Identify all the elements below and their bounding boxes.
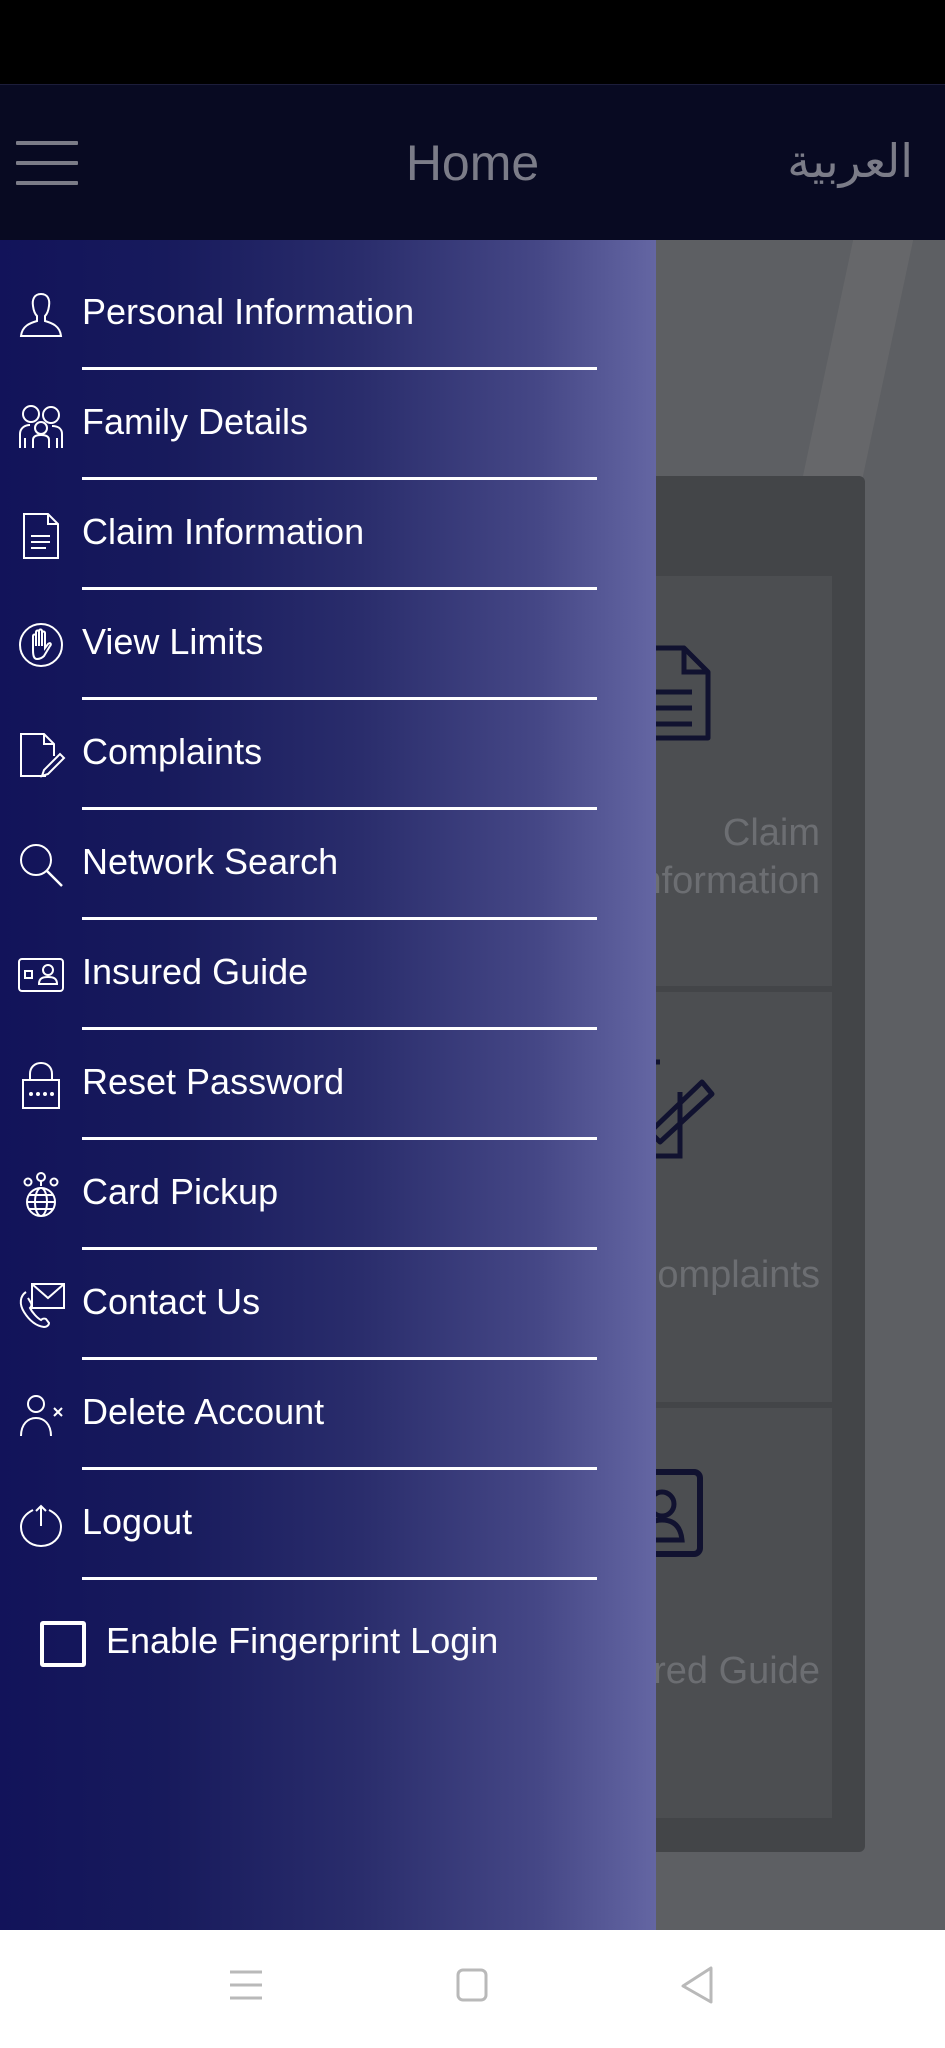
phone-mail-icon	[16, 1280, 66, 1330]
divider	[82, 1027, 597, 1030]
back-icon[interactable]	[667, 1956, 727, 2016]
divider	[82, 1137, 597, 1140]
app-header: Home العربية	[0, 84, 945, 240]
divider	[82, 1577, 597, 1580]
drawer-item-label: Complaints	[82, 731, 263, 772]
drawer-item-card-pickup[interactable]: Card Pickup	[0, 1142, 656, 1252]
status-bar	[0, 0, 945, 84]
power-icon	[16, 1500, 66, 1550]
navigation-drawer: Personal Information Family Details Claim …	[0, 240, 656, 1930]
drawer-item-family-details[interactable]: Family Details	[0, 372, 656, 482]
drawer-item-label: Network Search	[82, 841, 339, 882]
user-remove-icon	[16, 1390, 66, 1440]
drawer-item-contact-us[interactable]: Contact Us	[0, 1252, 656, 1362]
hand-stop-icon	[16, 620, 66, 670]
divider	[82, 917, 597, 920]
language-toggle[interactable]: العربية	[787, 129, 913, 193]
drawer-item-label: Personal Information	[82, 291, 415, 332]
fingerprint-login-checkbox[interactable]	[40, 1621, 86, 1667]
fingerprint-login-row[interactable]: Enable Fingerprint Login	[40, 1612, 600, 1672]
drawer-item-claim-information[interactable]: Claim Information	[0, 482, 656, 592]
recents-icon[interactable]	[216, 1956, 276, 2016]
document-icon	[16, 510, 66, 560]
drawer-item-label: Family Details	[82, 401, 309, 442]
document-edit-icon	[650, 1059, 715, 1159]
user-icon	[16, 290, 66, 340]
drawer-item-delete-account[interactable]: Delete Account	[0, 1362, 656, 1472]
globe-pin-icon	[16, 1170, 66, 1220]
drawer-item-label: View Limits	[82, 621, 264, 662]
search-icon	[16, 840, 66, 890]
divider	[82, 477, 597, 480]
divider	[82, 367, 597, 370]
system-navigation-bar	[0, 1930, 945, 2048]
drawer-item-label: Delete Account	[82, 1391, 325, 1432]
drawer-item-label: Logout	[82, 1501, 193, 1542]
drawer-item-insured-guide[interactable]: Insured Guide	[0, 922, 656, 1032]
drawer-item-reset-password[interactable]: Reset Password	[0, 1032, 656, 1142]
divider	[82, 697, 597, 700]
divider	[82, 1467, 597, 1470]
fingerprint-login-label: Enable Fingerprint Login	[106, 1620, 499, 1661]
lock-icon	[16, 1060, 66, 1110]
drawer-item-logout[interactable]: Logout	[0, 1472, 656, 1582]
drawer-item-label: Insured Guide	[82, 951, 309, 992]
divider	[82, 587, 597, 590]
divider	[82, 1357, 597, 1360]
drawer-item-label: Contact Us	[82, 1281, 261, 1322]
id-card-icon	[16, 950, 66, 1000]
drawer-item-personal-information[interactable]: Personal Information	[0, 262, 656, 372]
drawer-item-view-limits[interactable]: View Limits	[0, 592, 656, 702]
drawer-item-complaints[interactable]: Complaints	[0, 702, 656, 812]
divider	[82, 1247, 597, 1250]
document-icon	[650, 645, 711, 741]
drawer-item-network-search[interactable]: Network Search	[0, 812, 656, 922]
divider	[82, 807, 597, 810]
document-edit-icon	[16, 730, 66, 780]
home-icon[interactable]	[442, 1956, 502, 2016]
drawer-item-label: Reset Password	[82, 1061, 345, 1102]
drawer-item-label: Card Pickup	[82, 1171, 279, 1212]
family-icon	[16, 400, 66, 450]
drawer-item-label: Claim Information	[82, 511, 365, 552]
